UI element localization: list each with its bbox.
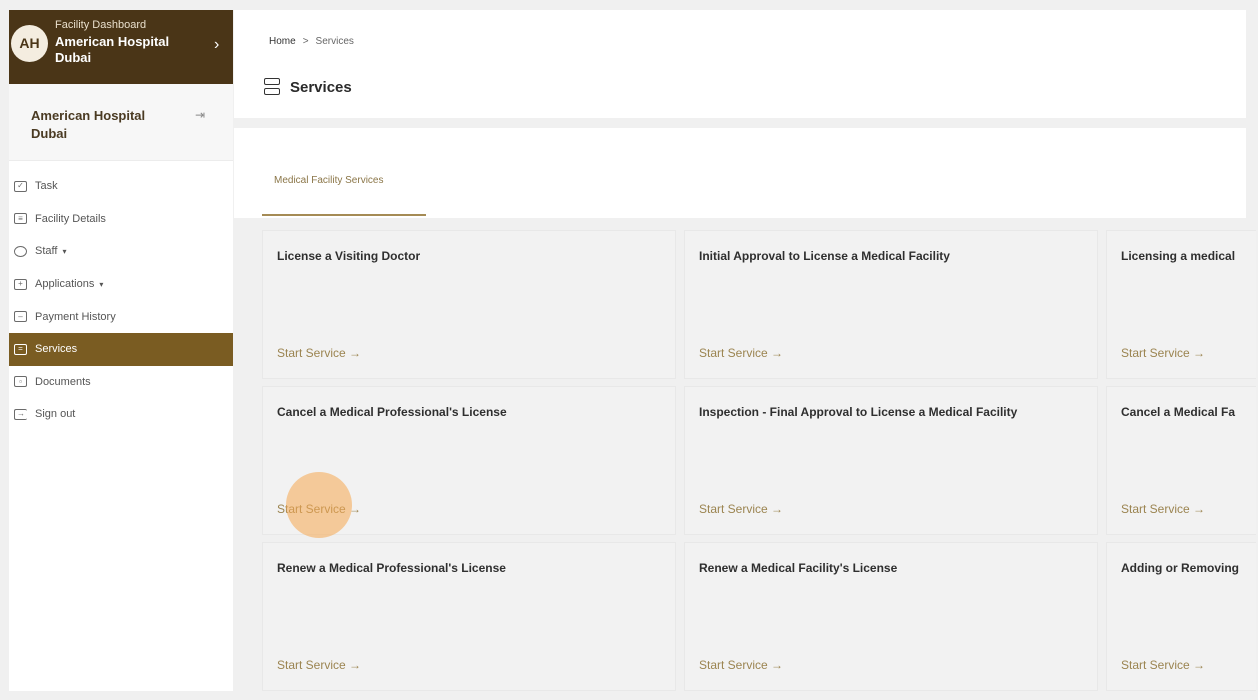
breadcrumb-current: Services [315, 36, 354, 47]
payment-history-icon: – [14, 311, 27, 323]
exit-icon[interactable]: ⇥ [195, 108, 205, 122]
service-card-title: Cancel a Medical Professional's License [277, 405, 507, 419]
caret-down-icon: ▾ [62, 246, 67, 256]
start-service-button[interactable]: Start Service → [1121, 502, 1205, 516]
service-card: Initial Approval to License a Medical Fa… [684, 230, 1098, 379]
sidebar-item-applications[interactable]: + Applications ▾ [9, 268, 233, 301]
service-card: Cancel a Medical Fa Start Service → [1106, 386, 1256, 535]
tab-label: Medical Facility Services [274, 175, 384, 186]
tabs-bar: Medical Facility Services [234, 128, 1246, 218]
facility-info: American Hospital Dubai ⇥ [9, 84, 233, 161]
staff-icon [14, 245, 27, 257]
sidebar-item-label: Applications [35, 278, 95, 291]
applications-icon: + [14, 278, 27, 290]
services-icon [264, 78, 280, 96]
facility-dashboard-subtitle: Facility Dashboard [55, 19, 147, 31]
service-card-title: Initial Approval to License a Medical Fa… [699, 249, 950, 263]
service-card: Renew a Medical Facility's License Start… [684, 542, 1098, 691]
sidebar: AH Facility Dashboard American Hospital … [9, 10, 233, 691]
services-icon: = [14, 343, 27, 355]
service-card-title: Renew a Medical Professional's License [277, 561, 506, 575]
start-service-button[interactable]: Start Service → [277, 502, 361, 516]
start-service-button[interactable]: Start Service → [699, 502, 783, 516]
sidebar-item-label: Staff [35, 245, 58, 258]
breadcrumb-separator: > [302, 36, 309, 47]
service-card-title: License a Visiting Doctor [277, 249, 421, 263]
sidebar-item-label: Payment History [35, 310, 116, 323]
facility-details-icon: ≡ [14, 213, 27, 225]
start-service-button[interactable]: Start Service → [1121, 658, 1205, 672]
start-service-button[interactable]: Start Service → [1121, 346, 1205, 360]
documents-icon: ▫ [14, 376, 27, 388]
breadcrumb-home[interactable]: Home [269, 36, 296, 47]
page-title: Services [264, 78, 352, 96]
start-service-button[interactable]: Start Service → [699, 658, 783, 672]
breadcrumb: Home > Services [269, 36, 354, 47]
avatar: AH [11, 25, 48, 62]
sidebar-item-sign-out[interactable]: → Sign out [9, 398, 233, 431]
facility-switcher[interactable]: AH Facility Dashboard American Hospital … [9, 10, 233, 84]
service-card: Renew a Medical Professional's License S… [262, 542, 676, 691]
sidebar-item-label: Documents [35, 375, 91, 388]
service-card: Licensing a medical Start Service → [1106, 230, 1256, 379]
start-service-button[interactable]: Start Service → [277, 658, 361, 672]
sidebar-item-facility-details[interactable]: ≡ Facility Details [9, 203, 233, 236]
service-card: Adding or Removing Start Service → [1106, 542, 1256, 691]
tab-medical-facility-services[interactable]: Medical Facility Services [262, 128, 426, 216]
sidebar-item-task[interactable]: ✓ Task [9, 170, 233, 203]
sidebar-item-label: Sign out [35, 408, 76, 421]
service-card: Cancel a Medical Professional's License … [262, 386, 676, 535]
sidebar-item-label: Facility Details [35, 212, 106, 225]
service-card-title: Inspection - Final Approval to License a… [699, 405, 1018, 419]
chevron-right-icon[interactable]: › [214, 36, 219, 54]
service-card-title: Licensing a medical [1121, 249, 1236, 263]
service-card-title: Renew a Medical Facility's License [699, 561, 898, 575]
service-card-title: Adding or Removing [1121, 561, 1239, 575]
sidebar-nav: ✓ Task ≡ Facility Details Staff ▾ + Appl… [9, 170, 233, 431]
caret-down-icon: ▾ [99, 279, 104, 289]
service-card: License a Visiting Doctor Start Service … [262, 230, 676, 379]
facility-switcher-name: American Hospital Dubai [55, 34, 170, 65]
service-card-title: Cancel a Medical Fa [1121, 405, 1236, 419]
task-icon: ✓ [14, 180, 27, 192]
main-content: Home > Services Services Medical Facilit… [234, 10, 1258, 691]
sidebar-item-services[interactable]: = Services [9, 332, 233, 366]
sidebar-item-payment-history[interactable]: – Payment History [9, 300, 233, 333]
service-card: Inspection - Final Approval to License a… [684, 386, 1098, 535]
start-service-button[interactable]: Start Service → [277, 346, 361, 360]
start-service-button[interactable]: Start Service → [699, 346, 783, 360]
sidebar-item-staff[interactable]: Staff ▾ [9, 235, 233, 268]
sidebar-item-documents[interactable]: ▫ Documents [9, 366, 233, 399]
page-header: Home > Services Services [234, 10, 1246, 118]
sidebar-item-label: Task [35, 180, 58, 193]
sign-out-icon: → [14, 408, 27, 420]
facility-name: American Hospital Dubai [31, 108, 146, 141]
sidebar-item-label: Services [35, 343, 78, 356]
page-title-text: Services [290, 78, 352, 96]
